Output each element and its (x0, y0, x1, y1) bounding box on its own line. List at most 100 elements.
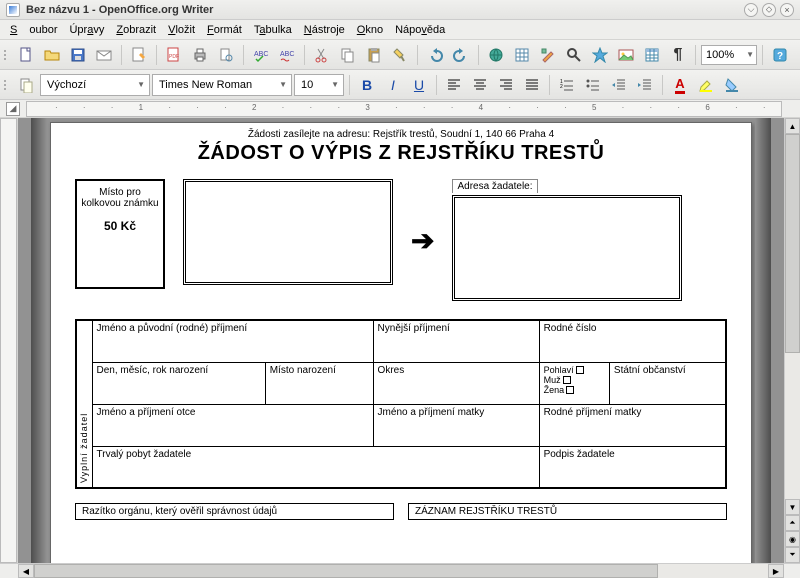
maximize-button[interactable]: ⬦ (762, 3, 776, 17)
zoom-combo[interactable]: 100% ▼ (701, 45, 757, 65)
export-pdf-button[interactable]: PDF (162, 43, 186, 67)
document-canvas[interactable]: Žádosti zasílejte na adresu: Rejstřík tr… (18, 118, 784, 563)
standard-toolbar: PDF ABC ABC ¶ 100% ▼ ? (0, 40, 800, 70)
cell-signature: Podpis žadatele (539, 446, 726, 488)
hscroll-thumb[interactable] (34, 564, 658, 578)
cut-button[interactable] (310, 43, 334, 67)
increase-indent-button[interactable] (633, 73, 657, 97)
nonprinting-button[interactable]: ¶ (666, 43, 690, 67)
workarea: Žádosti zasílejte na adresu: Rejstřík tr… (0, 118, 800, 563)
horizontal-scrollbar[interactable]: ◀ ▶ (18, 564, 784, 578)
footer-stamp: Razítko orgánu, který ověřil správnost ú… (75, 503, 394, 520)
save-button[interactable] (66, 43, 90, 67)
cell-district: Okres (373, 362, 539, 404)
horizontal-ruler[interactable]: · · · 1 · · · 2 · · · 3 · · · 4 · · · 5 … (26, 101, 782, 117)
scroll-track[interactable] (785, 134, 800, 499)
table-button[interactable] (510, 43, 534, 67)
titlebar: Bez názvu 1 - OpenOffice.org Writer ⌵ ⬦ … (0, 0, 800, 20)
undo-button[interactable] (423, 43, 447, 67)
find-button[interactable] (562, 43, 586, 67)
styles-button[interactable] (14, 73, 38, 97)
edit-doc-button[interactable] (127, 43, 151, 67)
align-right-button[interactable] (494, 73, 518, 97)
font-name-combo[interactable]: Times New Roman ▼ (152, 74, 292, 96)
formatting-toolbar: Výchozí ▼ Times New Roman ▼ 10 ▼ B I U 1… (0, 70, 800, 100)
vertical-label: Vyplní žadatel (76, 320, 92, 488)
chevron-down-icon: ▼ (133, 80, 145, 89)
datasources-button[interactable] (640, 43, 664, 67)
chevron-down-icon: ▼ (275, 80, 287, 89)
copy-button[interactable] (336, 43, 360, 67)
menu-format[interactable]: Formát (201, 22, 248, 38)
address-box (452, 195, 682, 301)
nav-button[interactable]: ◉ (785, 531, 800, 547)
font-size-combo[interactable]: 10 ▼ (294, 74, 344, 96)
gallery-button[interactable] (614, 43, 638, 67)
scroll-thumb[interactable] (785, 134, 800, 353)
redo-button[interactable] (449, 43, 473, 67)
navigator-button[interactable] (588, 43, 612, 67)
bold-button[interactable]: B (355, 73, 379, 97)
numbered-list-button[interactable]: 12 (555, 73, 579, 97)
scroll-left-button[interactable]: ◀ (18, 564, 34, 578)
cell-citizenship: Státní občanství (609, 362, 726, 404)
chevron-down-icon: ▼ (327, 80, 339, 89)
close-button[interactable]: × (780, 3, 794, 17)
minimize-button[interactable]: ⌵ (744, 3, 758, 17)
email-button[interactable] (92, 43, 116, 67)
font-color-button[interactable]: A (668, 73, 692, 97)
menu-zobrazit[interactable]: Zobrazit (110, 22, 162, 38)
prev-page-button[interactable]: ⏶ (785, 515, 800, 531)
window-title: Bez názvu 1 - OpenOffice.org Writer (26, 4, 740, 16)
background-color-button[interactable] (720, 73, 744, 97)
align-justify-button[interactable] (520, 73, 544, 97)
next-page-button[interactable]: ⏷ (785, 547, 800, 563)
menu-tabulka[interactable]: Tabulka (248, 22, 298, 38)
align-center-button[interactable] (468, 73, 492, 97)
document-page[interactable]: Žádosti zasílejte na adresu: Rejstřík tr… (50, 122, 752, 563)
decrease-indent-button[interactable] (607, 73, 631, 97)
menu-upravy[interactable]: Úpravy (63, 22, 110, 38)
scroll-up-button[interactable]: ▲ (785, 118, 800, 134)
scroll-right-button[interactable]: ▶ (768, 564, 784, 578)
empty-box-left (183, 179, 393, 285)
paragraph-style-combo[interactable]: Výchozí ▼ (40, 74, 150, 96)
ruler-corner[interactable]: ◢ (6, 102, 20, 116)
autospellcheck-button[interactable]: ABC (275, 43, 299, 67)
new-doc-button[interactable] (14, 43, 38, 67)
format-paintbrush-button[interactable] (388, 43, 412, 67)
print-button[interactable] (188, 43, 212, 67)
vertical-ruler[interactable] (0, 118, 18, 563)
vertical-scrollbar[interactable]: ▲ ▼ ⏶ ◉ ⏷ (784, 118, 800, 563)
italic-button[interactable]: I (381, 73, 405, 97)
cell-mother-name: Jméno a příjmení matky (373, 404, 539, 446)
zoom-value: 100% (706, 49, 734, 61)
font-size-value: 10 (301, 79, 313, 91)
app-icon (6, 3, 20, 17)
svg-text:ABC: ABC (280, 51, 294, 58)
menu-okno[interactable]: Okno (351, 22, 389, 38)
toolbar-handle[interactable] (4, 45, 10, 65)
highlight-button[interactable] (694, 73, 718, 97)
scroll-down-button[interactable]: ▼ (785, 499, 800, 515)
underline-button[interactable]: U (407, 73, 431, 97)
menu-vlozit[interactable]: Vložit (162, 22, 201, 38)
footer-record: ZÁZNAM REJSTŘÍKU TRESTŮ (408, 503, 727, 520)
align-left-button[interactable] (442, 73, 466, 97)
bullet-list-button[interactable] (581, 73, 605, 97)
spellcheck-button[interactable]: ABC (249, 43, 273, 67)
preview-button[interactable] (214, 43, 238, 67)
form-table: Vyplní žadatel Jméno a původní (rodné) p… (75, 319, 727, 489)
menu-soubor[interactable]: Soubor (4, 22, 63, 38)
open-button[interactable] (40, 43, 64, 67)
menu-napoveda[interactable]: Nápověda (389, 22, 451, 38)
arrow-right-icon: ➔ (411, 224, 434, 257)
help-button[interactable]: ? (768, 43, 792, 67)
show-draw-button[interactable] (536, 43, 560, 67)
paste-button[interactable] (362, 43, 386, 67)
hscroll-track[interactable] (34, 564, 768, 578)
toolbar-handle[interactable] (4, 75, 10, 95)
menu-nastroje[interactable]: Nástroje (298, 22, 351, 38)
hyperlink-button[interactable] (484, 43, 508, 67)
ruler-bar: ◢ · · · 1 · · · 2 · · · 3 · · · 4 · · · … (0, 100, 800, 118)
